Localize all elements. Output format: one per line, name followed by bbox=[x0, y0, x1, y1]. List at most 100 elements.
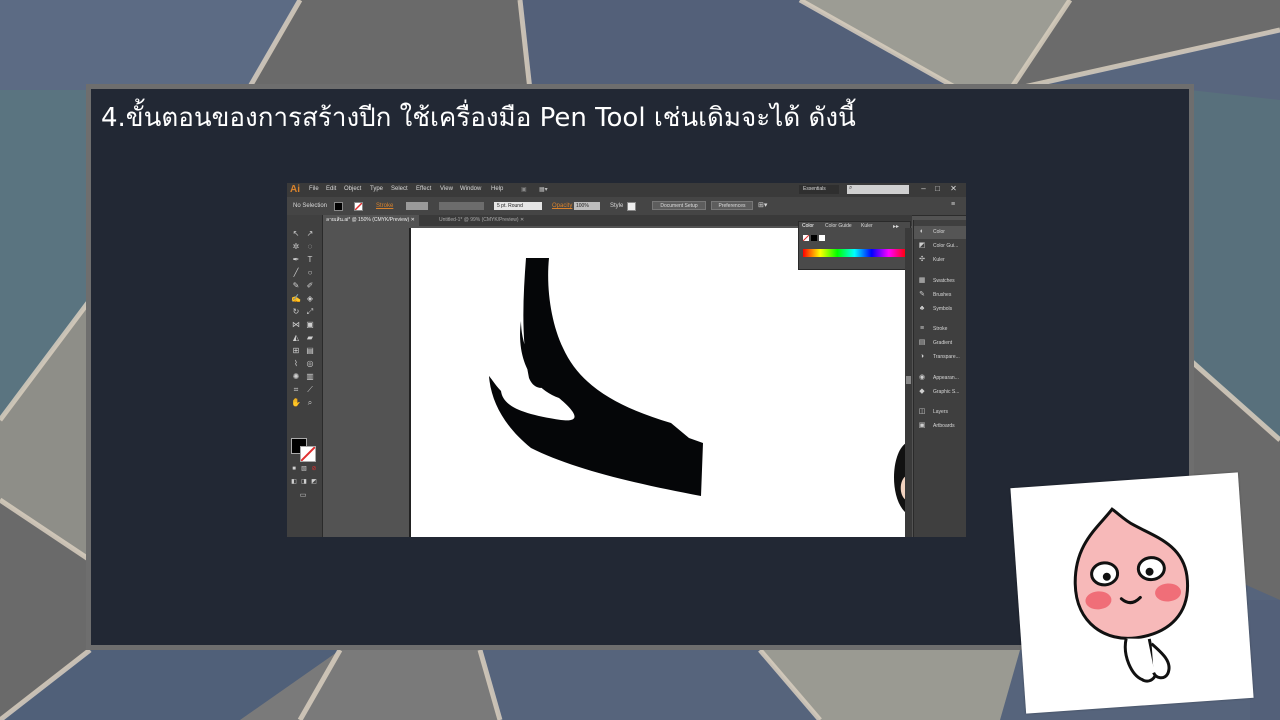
white-swatch[interactable] bbox=[819, 235, 825, 241]
color-panel-tab-color[interactable]: Color bbox=[802, 223, 814, 229]
pen-tool-icon[interactable]: ✒ bbox=[291, 255, 301, 265]
symbol-sprayer-tool-icon[interactable]: ✺ bbox=[291, 372, 301, 382]
rotate-tool-icon[interactable]: ↻ bbox=[291, 307, 301, 317]
gradient-mode-icon[interactable]: ▧ bbox=[299, 464, 309, 474]
hand-tool-icon[interactable]: ✋ bbox=[291, 398, 301, 408]
tab-document-1[interactable]: ลายเส้น.ai* @ 150% (CMYK/Preview) ✕ bbox=[322, 215, 419, 226]
paintbrush-tool-icon[interactable]: ✎ bbox=[291, 281, 301, 291]
blend-tool-icon[interactable]: ◎ bbox=[305, 359, 315, 369]
direct-selection-tool-icon[interactable]: ↗ bbox=[305, 229, 315, 239]
ellipse-tool-icon[interactable]: ○ bbox=[305, 268, 315, 278]
panel-collapse-icon[interactable]: ▸▸ bbox=[893, 223, 899, 230]
preferences-button[interactable]: Preferences bbox=[711, 201, 753, 210]
menu-view[interactable]: View bbox=[440, 186, 453, 192]
menu-type[interactable]: Type bbox=[370, 186, 383, 192]
panel-item-swatches[interactable]: ▦ Swatches bbox=[914, 275, 966, 288]
panel-item-transparency[interactable]: ◑ Transpare... bbox=[914, 351, 966, 364]
stroke-label[interactable]: Stroke bbox=[376, 203, 393, 209]
maximize-button[interactable]: □ bbox=[931, 184, 944, 194]
mesh-tool-icon[interactable]: ⊞ bbox=[291, 346, 301, 356]
close-button[interactable]: ✕ bbox=[947, 184, 960, 194]
opacity-label[interactable]: Opacity bbox=[552, 203, 572, 209]
menu-help[interactable]: Help bbox=[491, 186, 503, 192]
color-panel-tab-kuler[interactable]: Kuler bbox=[861, 223, 873, 229]
none-swatch-icon[interactable] bbox=[803, 235, 809, 241]
gradient-tool-icon[interactable]: ▤ bbox=[305, 346, 315, 356]
artboard-tool-icon[interactable]: ⌗ bbox=[291, 385, 301, 395]
variable-width-field[interactable] bbox=[439, 202, 484, 210]
panel-item-color[interactable]: ◐ Color bbox=[914, 226, 966, 239]
none-mode-icon[interactable]: ⊘ bbox=[309, 464, 319, 474]
menu-effect[interactable]: Effect bbox=[416, 186, 431, 192]
color-mode-icon[interactable]: ■ bbox=[289, 464, 299, 474]
blob-brush-tool-icon[interactable]: ✍ bbox=[291, 294, 301, 304]
panel-item-layers[interactable]: ◫ Layers bbox=[914, 406, 966, 419]
minimize-button[interactable]: – bbox=[917, 184, 930, 194]
shape-builder-tool-icon[interactable]: ◭ bbox=[291, 333, 301, 343]
stroke-swatch[interactable] bbox=[354, 202, 363, 211]
panel-item-stroke[interactable]: ≡ Stroke bbox=[914, 323, 966, 336]
perspective-grid-tool-icon[interactable]: ▰ bbox=[305, 333, 315, 343]
bridge-icon[interactable]: ▣ bbox=[521, 186, 527, 193]
stroke-color-icon[interactable] bbox=[300, 446, 316, 462]
eyedropper-tool-icon[interactable]: ⌇ bbox=[291, 359, 301, 369]
help-search-input[interactable]: ⌕ bbox=[847, 185, 909, 194]
type-tool-icon[interactable]: T bbox=[305, 255, 315, 265]
panel-item-color-guide[interactable]: ◩ Color Gui... bbox=[914, 240, 966, 253]
fill-swatch[interactable] bbox=[334, 202, 343, 211]
stroke-weight-field[interactable] bbox=[406, 202, 428, 210]
control-bar: No Selection Stroke 5 pt. Round Opacity … bbox=[287, 197, 966, 216]
menu-edit[interactable]: Edit bbox=[326, 186, 336, 192]
slice-tool-icon[interactable]: ⟋ bbox=[305, 385, 315, 395]
color-panel-tab-guide[interactable]: Color Guide bbox=[825, 223, 852, 229]
lasso-tool-icon[interactable]: ◌ bbox=[305, 242, 315, 252]
menu-select[interactable]: Select bbox=[391, 186, 408, 192]
magic-wand-tool-icon[interactable]: ✲ bbox=[291, 242, 301, 252]
artboard-canvas[interactable] bbox=[409, 228, 906, 537]
panel-item-symbols[interactable]: ♣ Symbols bbox=[914, 303, 966, 316]
eraser-tool-icon[interactable]: ◈ bbox=[305, 294, 315, 304]
black-swatch[interactable] bbox=[811, 235, 817, 241]
selection-tool-icon[interactable]: ↖ bbox=[291, 229, 301, 239]
panel-menu-icon[interactable]: ≡ bbox=[951, 201, 955, 208]
free-transform-tool-icon[interactable]: ▣ bbox=[305, 320, 315, 330]
tab-document-2[interactable]: Untitled-1* @ 99% (CMYK/Preview) ✕ bbox=[435, 215, 528, 226]
draw-inside-icon[interactable]: ◩ bbox=[309, 477, 319, 487]
brush-definition-field[interactable]: 5 pt. Round bbox=[494, 202, 542, 210]
pencil-tool-icon[interactable]: ✐ bbox=[305, 281, 315, 291]
panel-item-graphic-styles[interactable]: ◆ Graphic S... bbox=[914, 386, 966, 399]
scale-tool-icon[interactable]: ⤢ bbox=[305, 307, 315, 317]
workspace-switcher[interactable]: Essentials bbox=[799, 185, 839, 194]
draw-behind-icon[interactable]: ◨ bbox=[299, 477, 309, 487]
panel-item-kuler[interactable]: ✣ Kuler bbox=[914, 254, 966, 267]
menu-window[interactable]: Window bbox=[460, 186, 481, 192]
screen-mode-icon[interactable]: ▭ bbox=[298, 491, 308, 501]
draw-normal-icon[interactable]: ◧ bbox=[289, 477, 299, 487]
panel-item-gradient[interactable]: ▤ Gradient bbox=[914, 337, 966, 350]
arrange-icon[interactable]: ⊞▾ bbox=[758, 201, 767, 209]
panel-item-brushes[interactable]: ✎ Brushes bbox=[914, 289, 966, 302]
panel-item-appearance[interactable]: ◉ Appearan... bbox=[914, 372, 966, 385]
line-tool-icon[interactable]: ╱ bbox=[291, 268, 301, 278]
arrange-documents-icon[interactable]: ▦▾ bbox=[539, 186, 548, 193]
menu-file[interactable]: File bbox=[309, 186, 319, 192]
selection-status: No Selection bbox=[293, 203, 328, 209]
scrollbar-thumb[interactable] bbox=[906, 376, 911, 384]
vertical-scrollbar[interactable] bbox=[905, 228, 912, 537]
tab-close-icon[interactable]: ✕ bbox=[520, 217, 524, 223]
column-graph-tool-icon[interactable]: ▥ bbox=[305, 372, 315, 382]
tab-close-icon[interactable]: ✕ bbox=[411, 217, 415, 223]
zoom-tool-icon[interactable]: ⌕ bbox=[305, 398, 315, 408]
illustrator-window: Ai File Edit Object Type Select Effect V… bbox=[287, 183, 966, 537]
menu-object[interactable]: Object bbox=[344, 186, 361, 192]
document-setup-button[interactable]: Document Setup bbox=[652, 201, 706, 210]
panel-item-artboards[interactable]: ▣ Artboards bbox=[914, 420, 966, 433]
app-logo: Ai bbox=[290, 184, 300, 195]
style-swatch[interactable] bbox=[627, 202, 636, 211]
wing-artwork bbox=[489, 258, 906, 513]
width-tool-icon[interactable]: ⋈ bbox=[291, 320, 301, 330]
wing-shape[interactable] bbox=[489, 258, 703, 496]
opacity-field[interactable]: 100% bbox=[574, 202, 600, 210]
color-spectrum-bar[interactable] bbox=[803, 249, 906, 257]
slide-title: 4.ขั้นตอนของการสร้างปีก ใช้เครื่องมือ Pe… bbox=[101, 103, 856, 133]
